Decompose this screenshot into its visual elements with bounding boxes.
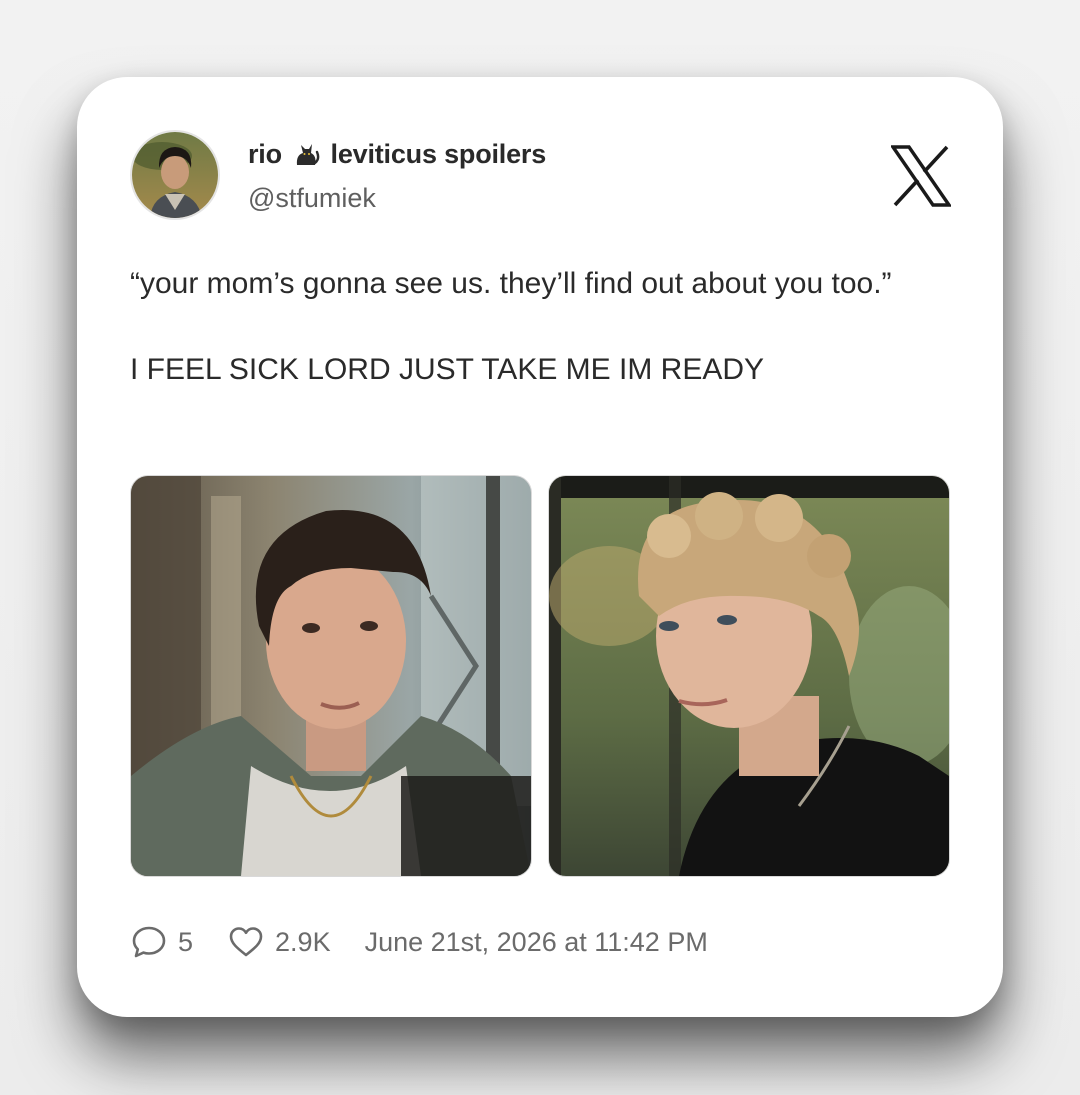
display-name-first: rio	[248, 139, 282, 169]
display-name-rest: leviticus spoilers	[330, 139, 547, 169]
photo-blond-curly-haired-young-man	[549, 476, 949, 876]
tweet-stats-bar: 5 2.9K June 21st, 2026 at 11:42 PM	[130, 922, 708, 962]
like-count: 2.9K	[275, 926, 331, 957]
avatar-photo	[132, 132, 218, 218]
heart-icon[interactable]	[227, 923, 265, 961]
avatar[interactable]	[130, 130, 220, 220]
tweet-body: “your mom’s gonna see us. they’ll find o…	[130, 262, 950, 391]
comment-bubble-icon[interactable]	[130, 923, 168, 961]
photo-dark-haired-young-man	[131, 476, 531, 876]
reply-count: 5	[178, 926, 194, 957]
display-name[interactable]: rio leviticus spoilers	[248, 139, 546, 170]
x-logo-icon[interactable]	[891, 145, 951, 207]
tweet-quote: “your mom’s gonna see us. they’ll find o…	[130, 267, 892, 300]
tweet-card: rio leviticus spoilers @stfumiek “your m…	[77, 77, 1003, 1017]
black-cat-icon	[297, 144, 320, 165]
tweet-comment: I FEEL SICK LORD JUST TAKE ME IM READY	[130, 353, 765, 386]
tweet-photo-right[interactable]	[548, 475, 950, 877]
user-handle[interactable]: @stfumiek	[248, 183, 376, 214]
tweet-timestamp: June 21st, 2026 at 11:42 PM	[364, 926, 708, 957]
tweet-photo-left[interactable]	[130, 475, 532, 877]
